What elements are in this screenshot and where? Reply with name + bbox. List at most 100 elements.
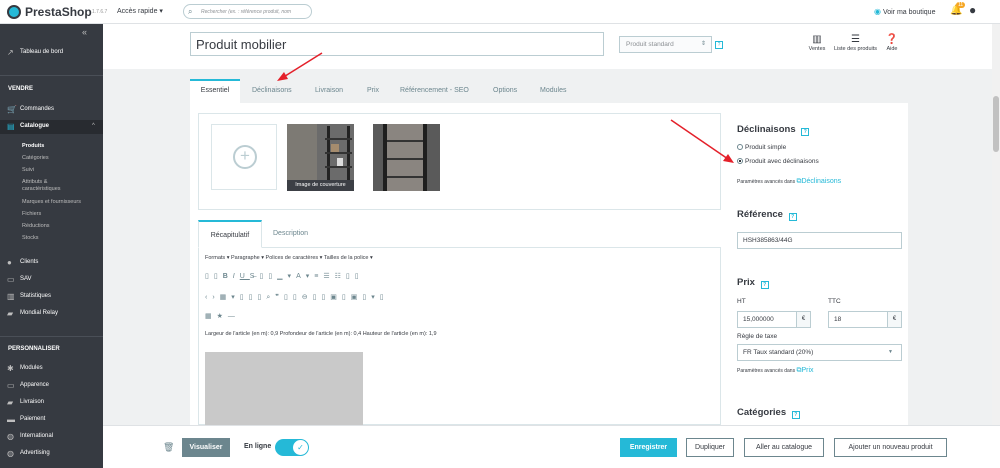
product-name-input[interactable]: Produit mobilier — [190, 32, 604, 56]
save-button[interactable]: Enregistrer — [620, 438, 677, 457]
tax-rule-select[interactable]: FR Taux standard (20%) ▼ — [737, 344, 902, 361]
view-shop-link[interactable]: ◉ Voir ma boutique — [874, 7, 935, 16]
question-circle-icon: ❓ — [885, 34, 899, 45]
shelf-image-icon — [287, 124, 354, 180]
check-icon: ✓ — [293, 440, 308, 455]
editor-menu-bar[interactable]: Formats ▾ Paragraphe ▾ Polices de caract… — [205, 255, 373, 261]
sales-button[interactable]: ▥ Ventes — [806, 34, 828, 52]
sidebar-item-appearance[interactable]: ▭ Apparence — [0, 379, 103, 393]
preview-button[interactable]: Visualiser — [182, 438, 230, 457]
puzzle-icon: ✱ — [7, 364, 14, 373]
bar-chart-icon: ▥ — [812, 34, 822, 45]
tab-modules[interactable]: Modules — [540, 79, 566, 103]
brand-name[interactable]: PrestaShop — [25, 5, 92, 19]
help-button[interactable]: ❓ Aide — [884, 34, 900, 52]
radio-simple-product[interactable]: Produit simple — [737, 144, 786, 151]
currency-addon: € — [796, 312, 810, 327]
reference-input[interactable]: HSH385863/44G — [737, 232, 902, 249]
chevron-down-icon: ▼ — [888, 349, 893, 355]
sidebar-item-payment[interactable]: ▬ Paiement — [0, 413, 103, 427]
tab-options[interactable]: Options — [493, 79, 517, 103]
sidebar-section-sell: VENDRE — [8, 86, 34, 92]
version-label: 1.7.6.7 — [92, 9, 108, 15]
product-image-thumbnail[interactable] — [373, 124, 440, 191]
add-new-product-button[interactable]: Ajouter un nouveau produit — [834, 438, 947, 457]
product-type-select[interactable]: Produit standard ⇕ — [619, 36, 712, 53]
sidebar-section-customize: PERSONNALISER — [8, 346, 60, 352]
product-form-card: + Image de couverture Récapitulatif Desc… — [190, 103, 908, 425]
go-to-catalog-button[interactable]: Aller au catalogue — [744, 438, 824, 457]
online-label: En ligne — [244, 443, 272, 450]
sidebar-item-customers[interactable]: ● Clients — [0, 256, 103, 270]
sidebar-item-international[interactable]: ◍ International — [0, 430, 103, 444]
page-scrollbar[interactable] — [992, 24, 1000, 425]
price-ht-input[interactable]: 15,000000 € — [737, 311, 811, 328]
sidebar-collapse-icon[interactable]: « — [82, 27, 87, 37]
sidebar-item-advertising[interactable]: ◍ Advertising — [0, 447, 103, 461]
tab-essentiel[interactable]: Essentiel — [190, 79, 240, 103]
declinaisons-link[interactable]: ⧉Déclinaisons — [796, 178, 841, 185]
sidebar: « ↗ Tableau de bord VENDRE 🛒 Commandes ▤ Ca… — [0, 24, 103, 468]
sidebar-item-modules[interactable]: ✱ Modules — [0, 362, 103, 376]
help-icon[interactable]: ? — [760, 281, 769, 289]
help-icon[interactable]: ? — [788, 213, 797, 221]
sidebar-sub-features[interactable]: caractéristiques — [22, 186, 61, 192]
product-image-thumbnail[interactable]: Image de couverture — [287, 124, 354, 191]
search-icon: ⌕ — [188, 7, 193, 16]
search-box[interactable]: ⌕ Rechercher (ex. : référence produit, n… — [183, 4, 312, 19]
tab-seo[interactable]: Référencement - SEO — [400, 79, 469, 103]
editor-toolbar-row-1[interactable]: ▯▯BIUS̶▯▯▁▾A▾≡☰☷▯▯ — [205, 272, 364, 280]
tab-summary[interactable]: Récapitulatif — [198, 220, 262, 248]
scrollbar-thumb[interactable] — [993, 96, 999, 152]
truck-icon: ▰ — [7, 309, 14, 318]
quick-access-menu[interactable]: Accès rapide ▾ — [117, 7, 163, 15]
product-list-button[interactable]: ☰ Liste des produits — [828, 34, 883, 52]
editor-image-placeholder — [205, 352, 363, 425]
user-icon: ● — [7, 258, 12, 267]
rich-text-editor[interactable]: Formats ▾ Paragraphe ▾ Polices de caract… — [198, 248, 721, 425]
price-title: Prix ? — [737, 277, 769, 289]
sidebar-item-shipping[interactable]: ▰ Livraison — [0, 396, 103, 410]
sidebar-sub-discounts[interactable]: Réductions — [22, 223, 50, 229]
sidebar-item-mondial-relay[interactable]: ▰ Mondial Relay — [0, 307, 103, 321]
tax-rule-label: Règle de taxe — [737, 333, 778, 340]
price-link[interactable]: ⧉Prix — [796, 367, 813, 374]
editor-toolbar-row-3[interactable]: ▦★— — [205, 312, 240, 320]
sidebar-sub-categories[interactable]: Catégories — [22, 155, 49, 161]
help-icon[interactable]: ? — [801, 128, 810, 136]
help-icon[interactable]: ? — [791, 411, 800, 419]
sidebar-item-sav[interactable]: ▭ SAV — [0, 273, 103, 287]
add-image-button[interactable]: + — [211, 124, 277, 190]
tab-prix[interactable]: Prix — [367, 79, 379, 103]
eye-icon: ◉ — [874, 7, 881, 16]
list-icon: ☰ — [851, 34, 860, 45]
sidebar-item-orders[interactable]: 🛒 Commandes — [0, 103, 103, 117]
sidebar-item-dashboard[interactable]: ↗ Tableau de bord — [0, 46, 103, 60]
sidebar-sub-stocks[interactable]: Stocks — [22, 235, 39, 241]
image-gallery: + Image de couverture — [198, 113, 721, 210]
sidebar-sub-products[interactable]: Produits — [22, 143, 44, 149]
trend-icon: ↗ — [7, 48, 14, 57]
sidebar-item-stats[interactable]: ▥ Statistiques — [0, 290, 103, 304]
search-placeholder[interactable]: Rechercher (ex. : référence produit, nom — [201, 9, 291, 15]
trash-icon[interactable]: 🗑 — [163, 442, 174, 453]
tab-description[interactable]: Description — [273, 220, 308, 248]
annotation-arrow-icon — [670, 119, 734, 163]
sidebar-sub-tracking[interactable]: Suivi — [22, 167, 34, 173]
price-ttc-input[interactable]: 18 € — [828, 311, 902, 328]
user-account-icon[interactable]: ● — [969, 3, 976, 17]
plus-icon: + — [233, 145, 257, 169]
sidebar-sub-files[interactable]: Fichiers — [22, 211, 41, 217]
sidebar-sub-attributes[interactable]: Attributs & — [22, 179, 47, 185]
annotation-arrow-icon — [277, 52, 323, 81]
prestashop-logo-icon[interactable] — [7, 5, 21, 19]
duplicate-button[interactable]: Dupliquer — [686, 438, 734, 457]
editor-content[interactable]: Largeur de l'article (en m): 0,9 Profond… — [205, 331, 437, 337]
sidebar-sub-brands[interactable]: Marques et fournisseurs — [22, 199, 81, 205]
online-toggle[interactable]: ✓ — [275, 439, 309, 456]
sidebar-item-catalog[interactable]: ▤ Catalogue ^ — [0, 120, 103, 134]
help-icon[interactable]: ? — [715, 41, 723, 49]
editor-toolbar-row-2[interactable]: ‹›▦▾▯▯▯⌕❞▯▯⊖▯▯▣▯▣▯▾▯ — [205, 293, 389, 302]
sidebar-divider — [0, 336, 103, 337]
radio-product-with-variants[interactable]: Produit avec déclinaisons — [737, 158, 819, 165]
